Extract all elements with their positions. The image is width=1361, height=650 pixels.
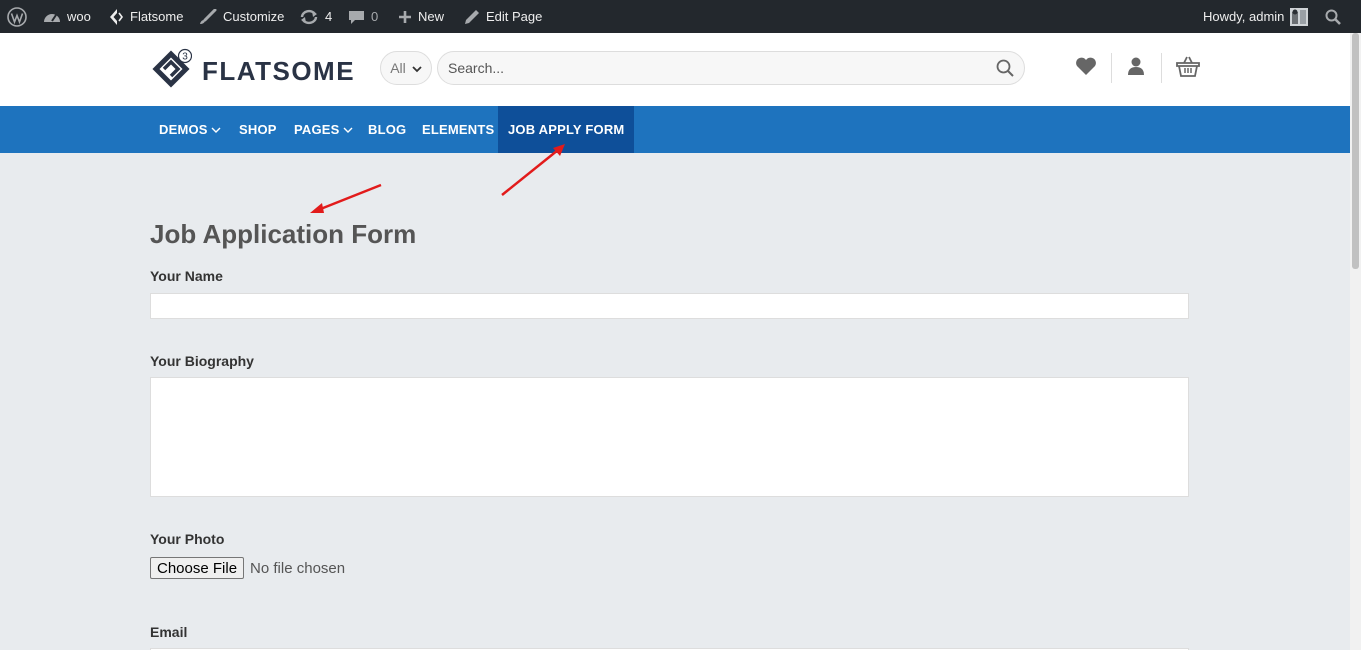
theme-link[interactable]: Flatsome xyxy=(108,0,183,33)
nav-item-job-apply-form[interactable]: JOB APPLY FORM xyxy=(498,106,635,153)
name-label: Your Name xyxy=(150,268,223,284)
nav-item-label: SHOP xyxy=(239,122,277,137)
wishlist-heart-icon[interactable] xyxy=(1075,56,1097,81)
nav-item-shop[interactable]: SHOP xyxy=(239,106,277,153)
main-nav: DEMOS SHOP PAGES BLOG ELEMENTS JOB APPLY… xyxy=(0,106,1350,153)
search-box xyxy=(437,51,1025,85)
name-field[interactable] xyxy=(150,293,1189,319)
flatsome-icon xyxy=(108,8,124,26)
edit-page-link[interactable]: Edit Page xyxy=(464,0,542,33)
comments-count: 0 xyxy=(371,9,379,24)
nav-item-blog[interactable]: BLOG xyxy=(368,106,406,153)
nav-item-label: ELEMENTS xyxy=(422,122,495,137)
chevron-down-icon xyxy=(211,122,221,137)
edit-page-label: Edit Page xyxy=(486,9,543,24)
theme-label: Flatsome xyxy=(130,9,184,24)
wordpress-icon[interactable] xyxy=(7,0,27,33)
avatar xyxy=(1290,7,1309,26)
logo-mark-icon: 3 xyxy=(150,48,193,95)
customize-label: Customize xyxy=(223,9,285,24)
updates-icon xyxy=(299,9,319,25)
nav-item-label: JOB APPLY FORM xyxy=(508,122,625,137)
plus-icon xyxy=(398,10,412,24)
site-name-link[interactable]: woo xyxy=(43,0,91,33)
nav-item-label: BLOG xyxy=(368,122,407,137)
header-divider xyxy=(1161,53,1162,83)
category-select[interactable]: All xyxy=(380,51,432,85)
site-header: 3 FLATSOME All xyxy=(0,33,1350,106)
updates-count: 4 xyxy=(325,9,333,24)
choose-file-button[interactable]: Choose File xyxy=(150,557,245,579)
header-divider xyxy=(1111,53,1112,83)
updates-link[interactable]: 4 xyxy=(299,0,332,33)
comment-icon xyxy=(348,9,365,25)
new-label: New xyxy=(418,9,445,24)
nav-item-label: PAGES xyxy=(294,122,340,137)
comments-link[interactable]: 0 xyxy=(348,0,378,33)
search-input[interactable] xyxy=(438,52,988,84)
biography-label: Your Biography xyxy=(150,353,254,369)
nav-item-label: DEMOS xyxy=(159,122,208,137)
page-title: Job Application Form xyxy=(150,219,417,249)
page-scrollbar[interactable] xyxy=(1350,33,1361,650)
account-user-icon[interactable] xyxy=(1126,56,1146,81)
site-logo[interactable]: 3 FLATSOME xyxy=(150,48,355,95)
photo-label: Your Photo xyxy=(150,531,225,547)
nav-item-elements[interactable]: ELEMENTS xyxy=(422,106,494,153)
photo-file-input: Choose File No file chosen xyxy=(150,557,345,579)
logo-badge: 3 xyxy=(182,52,188,63)
chevron-down-icon xyxy=(343,122,353,137)
cart-basket-icon[interactable] xyxy=(1176,55,1200,82)
customize-link[interactable]: Customize xyxy=(199,0,284,33)
chevron-down-icon xyxy=(412,60,422,76)
biography-textarea[interactable] xyxy=(150,377,1189,497)
no-file-text: No file chosen xyxy=(250,559,346,577)
adminbar-search-icon[interactable] xyxy=(1325,0,1341,33)
brush-icon xyxy=(199,8,217,25)
admin-bar: woo Flatsome Customize 4 0 New Edit Page… xyxy=(0,0,1361,33)
nav-item-demos[interactable]: DEMOS xyxy=(159,106,221,153)
category-select-value: All xyxy=(390,60,406,76)
nav-item-pages[interactable]: PAGES xyxy=(294,106,353,153)
howdy-label: Howdy, admin xyxy=(1203,9,1285,24)
account-menu[interactable]: Howdy, admin xyxy=(1203,0,1309,33)
pencil-icon xyxy=(464,9,480,25)
search-icon[interactable] xyxy=(996,59,1014,82)
new-link[interactable]: New xyxy=(398,0,444,33)
scrollbar-thumb[interactable] xyxy=(1352,33,1359,269)
email-label: Email xyxy=(150,624,188,640)
logo-text: FLATSOME xyxy=(202,56,356,86)
page-content: Job Application Form Your Name Your Biog… xyxy=(0,153,1350,650)
site-name-label: woo xyxy=(67,9,91,24)
dashboard-icon xyxy=(43,9,61,25)
